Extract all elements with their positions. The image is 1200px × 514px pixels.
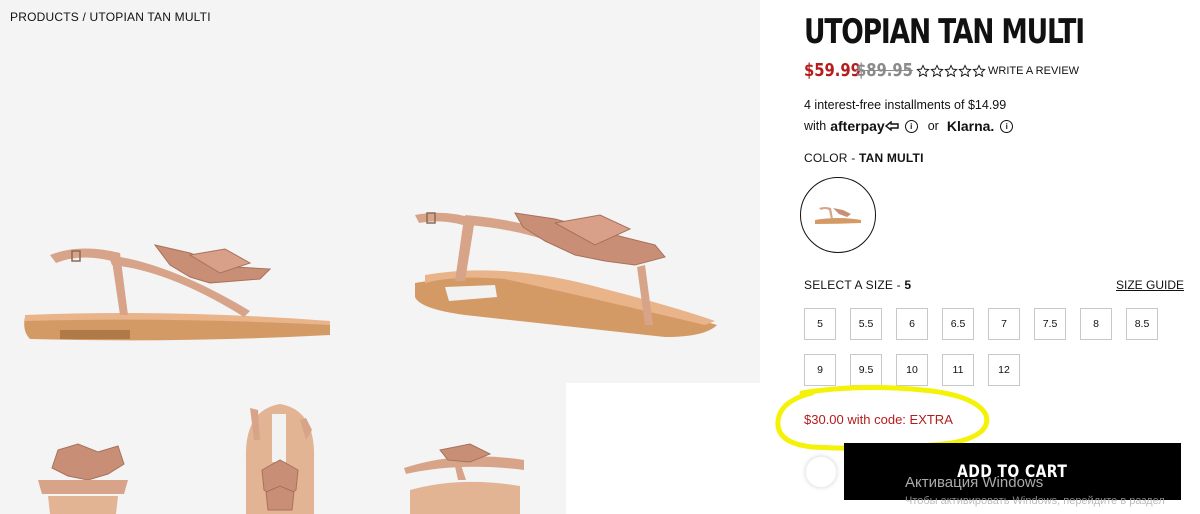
write-review-link[interactable]: WRITE A REVIEW [988, 65, 1079, 77]
product-image-back[interactable] [28, 440, 138, 514]
size-option-8[interactable]: 8 [1080, 308, 1112, 340]
product-image-angle[interactable] [405, 205, 725, 345]
afterpay-info-icon[interactable]: i [904, 119, 918, 133]
size-option-6[interactable]: 6 [896, 308, 928, 340]
size-option-9-5[interactable]: 9.5 [850, 354, 882, 386]
breadcrumb[interactable]: PRODUCTS / UTOPIAN TAN MULTI [10, 10, 211, 24]
rating-stars[interactable] [916, 63, 986, 78]
size-option-5-5[interactable]: 5.5 [850, 308, 882, 340]
product-gallery: PRODUCTS / UTOPIAN TAN MULTI [0, 0, 760, 514]
with-text: with [804, 119, 827, 133]
original-price: $89.95 [856, 60, 913, 81]
payment-options: with afterpay i or Klarna. i [804, 118, 1014, 134]
star-icon[interactable] [944, 63, 958, 78]
star-icon[interactable] [916, 63, 930, 78]
size-option-7-5[interactable]: 7.5 [1034, 308, 1066, 340]
product-title: UTOPIAN TAN MULTI [804, 12, 1085, 52]
size-option-6-5[interactable]: 6.5 [942, 308, 974, 340]
installments-text: 4 interest-free installments of $14.99 [804, 98, 1007, 112]
price-row: $59.99 $89.95 WRITE A REVIEW [804, 60, 1079, 81]
color-swatch-tan-multi[interactable] [800, 177, 876, 253]
add-to-cart-button[interactable]: ADD TO CART [844, 443, 1181, 500]
size-label: SELECT A SIZE - 5 [804, 278, 911, 292]
star-icon[interactable] [930, 63, 944, 78]
size-option-7[interactable]: 7 [988, 308, 1020, 340]
klarna-info-icon[interactable]: i [1000, 119, 1014, 133]
star-icon[interactable] [958, 63, 972, 78]
product-image-top[interactable] [240, 400, 320, 514]
promo-code-text: $30.00 with code: EXTRA [804, 412, 953, 427]
sale-price: $59.99 [804, 60, 861, 81]
size-guide-link[interactable]: SIZE GUIDE [1116, 278, 1184, 292]
size-label-prefix: SELECT A SIZE - [804, 278, 905, 292]
product-image-side[interactable] [20, 235, 335, 350]
wishlist-button[interactable] [805, 456, 837, 488]
klarna-logo[interactable]: Klarna. [947, 118, 994, 134]
windows-activation-subtext: Чтобы активировать Windows, перейдите в … [905, 495, 1165, 507]
afterpay-logo[interactable]: afterpay [830, 118, 884, 134]
or-text: or [927, 119, 939, 133]
size-option-5[interactable]: 5 [804, 308, 836, 340]
size-option-9[interactable]: 9 [804, 354, 836, 386]
product-image-front[interactable] [400, 440, 530, 514]
color-label: COLOR - TAN MULTI [804, 151, 924, 165]
star-icon[interactable] [972, 63, 986, 78]
selected-size: 5 [904, 278, 912, 292]
afterpay-arrows-icon [884, 121, 899, 131]
size-option-11[interactable]: 11 [942, 354, 974, 386]
swatch-sandal-thumb [815, 207, 861, 224]
size-option-10[interactable]: 10 [896, 354, 928, 386]
windows-activation-watermark: Активация Windows [905, 474, 1044, 491]
size-option-8-5[interactable]: 8.5 [1126, 308, 1158, 340]
size-option-12[interactable]: 12 [988, 354, 1020, 386]
color-label-prefix: COLOR - [804, 151, 859, 165]
color-value: TAN MULTI [858, 151, 924, 165]
gallery-gap [566, 383, 760, 514]
